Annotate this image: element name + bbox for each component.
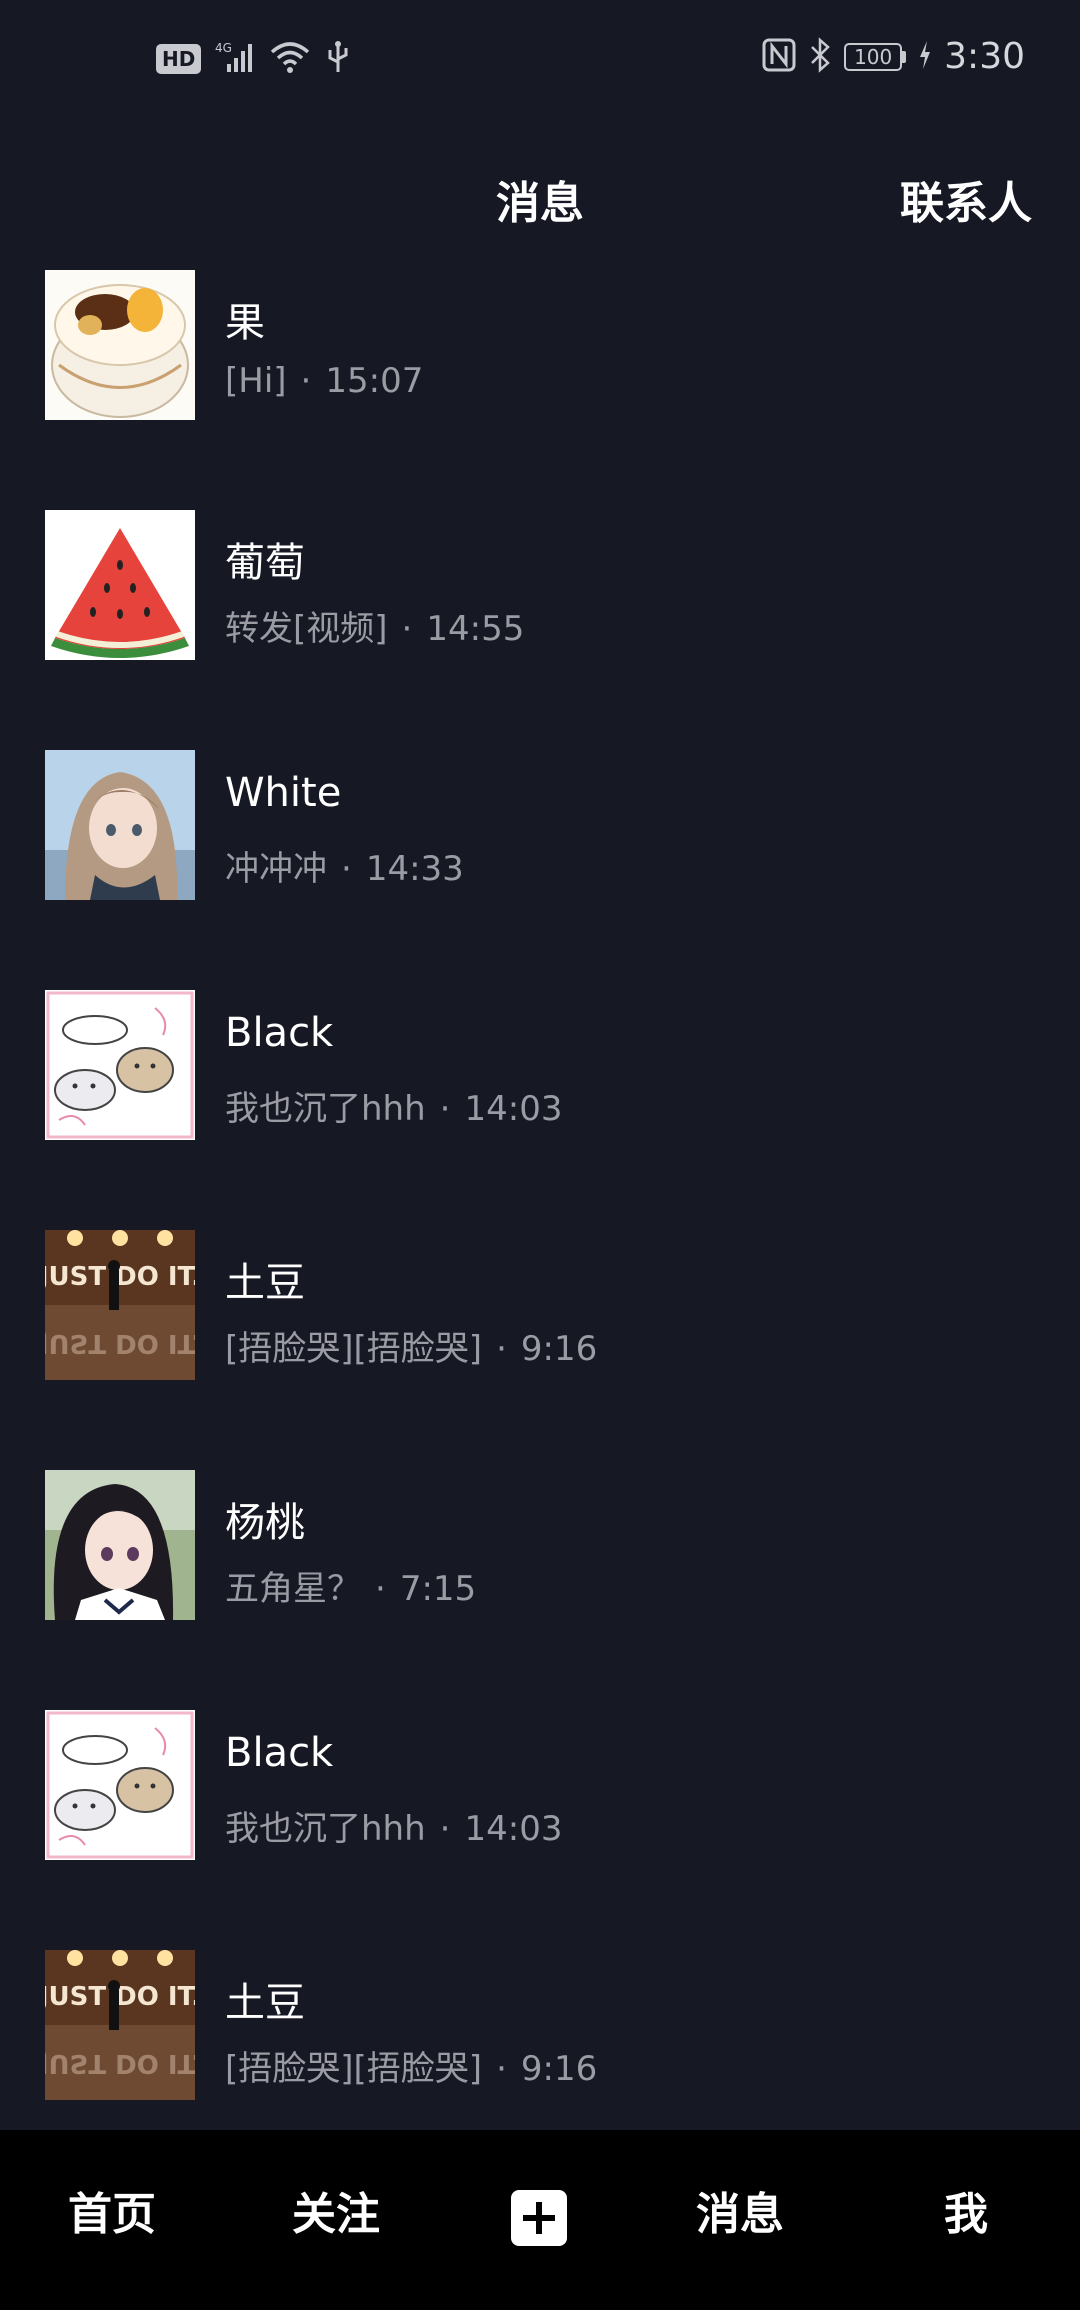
message-preview-line: 我也沉了hhh · 14:03 xyxy=(225,1801,562,1850)
message-preview-line: [Hi] · 15:07 xyxy=(225,361,423,401)
separator-dot: · xyxy=(439,1809,451,1849)
contact-name: Black xyxy=(225,1010,334,1056)
message-time: 14:03 xyxy=(464,1809,563,1849)
nav-me[interactable]: 我 xyxy=(886,2178,1046,2242)
status-bar: HD 4G 100 3:30 xyxy=(0,0,1080,125)
contact-name: 杨桃 xyxy=(225,1500,305,1546)
message-preview-line: 我也沉了hhh · 14:03 xyxy=(225,1081,562,1130)
avatar[interactable] xyxy=(45,270,195,420)
header: 消息 联系人 xyxy=(0,125,1080,270)
message-time: 14:33 xyxy=(365,849,464,889)
contact-name: 葡萄 xyxy=(225,540,305,586)
svg-text:4G: 4G xyxy=(215,41,232,55)
charging-icon xyxy=(918,40,932,74)
avatar[interactable] xyxy=(45,1470,195,1620)
message-list[interactable]: 果 [Hi] · 15:07 葡萄 转发[视频] · 14:55 White 冲冲冲 · 1… xyxy=(0,270,1080,2130)
nfc-icon xyxy=(762,38,796,76)
nav-messages[interactable]: 消息 xyxy=(660,2178,820,2242)
contacts-button[interactable]: 联系人 xyxy=(900,167,1032,231)
message-preview: 转发[视频] xyxy=(225,609,388,649)
message-row[interactable]: 杨桃 五角星？ · 7:15 xyxy=(0,1458,1080,1698)
separator-dot: · xyxy=(341,849,352,889)
message-row[interactable]: JUST DO IT. JUST DO IT. 土豆 [捂脸哭][捂脸哭] · 9:… xyxy=(0,1218,1080,1458)
clock: 3:30 xyxy=(944,36,1025,77)
contact-name: White xyxy=(225,770,342,816)
bluetooth-icon xyxy=(808,36,832,77)
avatar[interactable] xyxy=(45,1710,195,1860)
contact-name: 果 xyxy=(225,300,265,346)
message-time: 14:03 xyxy=(464,1089,563,1129)
message-row[interactable]: White 冲冲冲 · 14:33 xyxy=(0,738,1080,978)
message-preview-line: 转发[视频] · 14:55 xyxy=(225,601,524,650)
message-preview: 我也沉了hhh xyxy=(225,1809,426,1849)
hd-icon: HD xyxy=(156,44,202,74)
wifi-icon xyxy=(269,40,311,78)
avatar[interactable] xyxy=(45,990,195,1140)
signal-icon: 4G xyxy=(215,40,255,78)
avatar[interactable] xyxy=(45,510,195,660)
message-preview: 我也沉了hhh xyxy=(225,1089,426,1129)
message-preview-line: 五角星？ · 7:15 xyxy=(225,1561,476,1610)
svg-text:JUST DO IT.: JUST DO IT. xyxy=(45,1328,195,1358)
message-preview-line: [捂脸哭][捂脸哭] · 9:16 xyxy=(225,2041,597,2090)
contact-name: 土豆 xyxy=(225,1260,305,1306)
message-preview: 五角星？ xyxy=(225,1569,361,1609)
status-right-icons: 100 3:30 xyxy=(762,36,1025,77)
message-row[interactable]: Black 我也沉了hhh · 14:03 xyxy=(0,1698,1080,1938)
message-row[interactable]: 葡萄 转发[视频] · 14:55 xyxy=(0,498,1080,738)
message-preview: [捂脸哭][捂脸哭] xyxy=(225,1329,483,1369)
message-time: 9:16 xyxy=(520,2049,598,2089)
message-time: 7:15 xyxy=(399,1569,477,1609)
separator-dot: · xyxy=(300,361,312,401)
status-left-icons: HD 4G xyxy=(156,40,351,78)
message-preview: [Hi] xyxy=(225,361,287,401)
bottom-nav: 首页 关注 消息 我 xyxy=(0,2130,1080,2310)
message-row[interactable]: 果 [Hi] · 15:07 xyxy=(0,270,1080,498)
svg-text:JUST DO IT.: JUST DO IT. xyxy=(45,2048,195,2078)
message-row[interactable]: JUST DO IT. JUST DO IT. 土豆 [捂脸哭][捂脸哭] · 9:… xyxy=(0,1938,1080,2130)
usb-icon xyxy=(325,40,351,78)
message-preview: 冲冲冲 xyxy=(225,849,327,889)
battery-icon: 100 xyxy=(844,42,907,71)
message-preview-line: [捂脸哭][捂脸哭] · 9:16 xyxy=(225,1321,597,1370)
message-time: 9:16 xyxy=(520,1329,598,1369)
nav-home[interactable]: 首页 xyxy=(32,2178,192,2242)
add-button[interactable] xyxy=(511,2190,567,2246)
avatar-slogan: JUST DO IT. xyxy=(45,1982,195,2012)
avatar-slogan: JUST DO IT. xyxy=(45,1262,195,1292)
separator-dot: · xyxy=(496,2049,507,2089)
avatar[interactable] xyxy=(45,750,195,900)
message-row[interactable]: Black 我也沉了hhh · 14:03 xyxy=(0,978,1080,1218)
message-preview: [捂脸哭][捂脸哭] xyxy=(225,2049,483,2089)
separator-dot: · xyxy=(401,609,413,649)
separator-dot: · xyxy=(496,1329,507,1369)
contact-name: 土豆 xyxy=(225,1980,305,2026)
separator-dot: · xyxy=(439,1089,451,1129)
avatar[interactable]: JUST DO IT. JUST DO IT. xyxy=(45,1950,195,2100)
message-preview-line: 冲冲冲 · 14:33 xyxy=(225,841,464,890)
message-time: 14:55 xyxy=(426,609,525,649)
nav-follow[interactable]: 关注 xyxy=(256,2178,416,2242)
separator-dot: · xyxy=(375,1569,386,1609)
message-time: 15:07 xyxy=(325,361,424,401)
contact-name: Black xyxy=(225,1730,334,1776)
avatar[interactable]: JUST DO IT. JUST DO IT. xyxy=(45,1230,195,1380)
battery-level: 100 xyxy=(844,42,903,71)
